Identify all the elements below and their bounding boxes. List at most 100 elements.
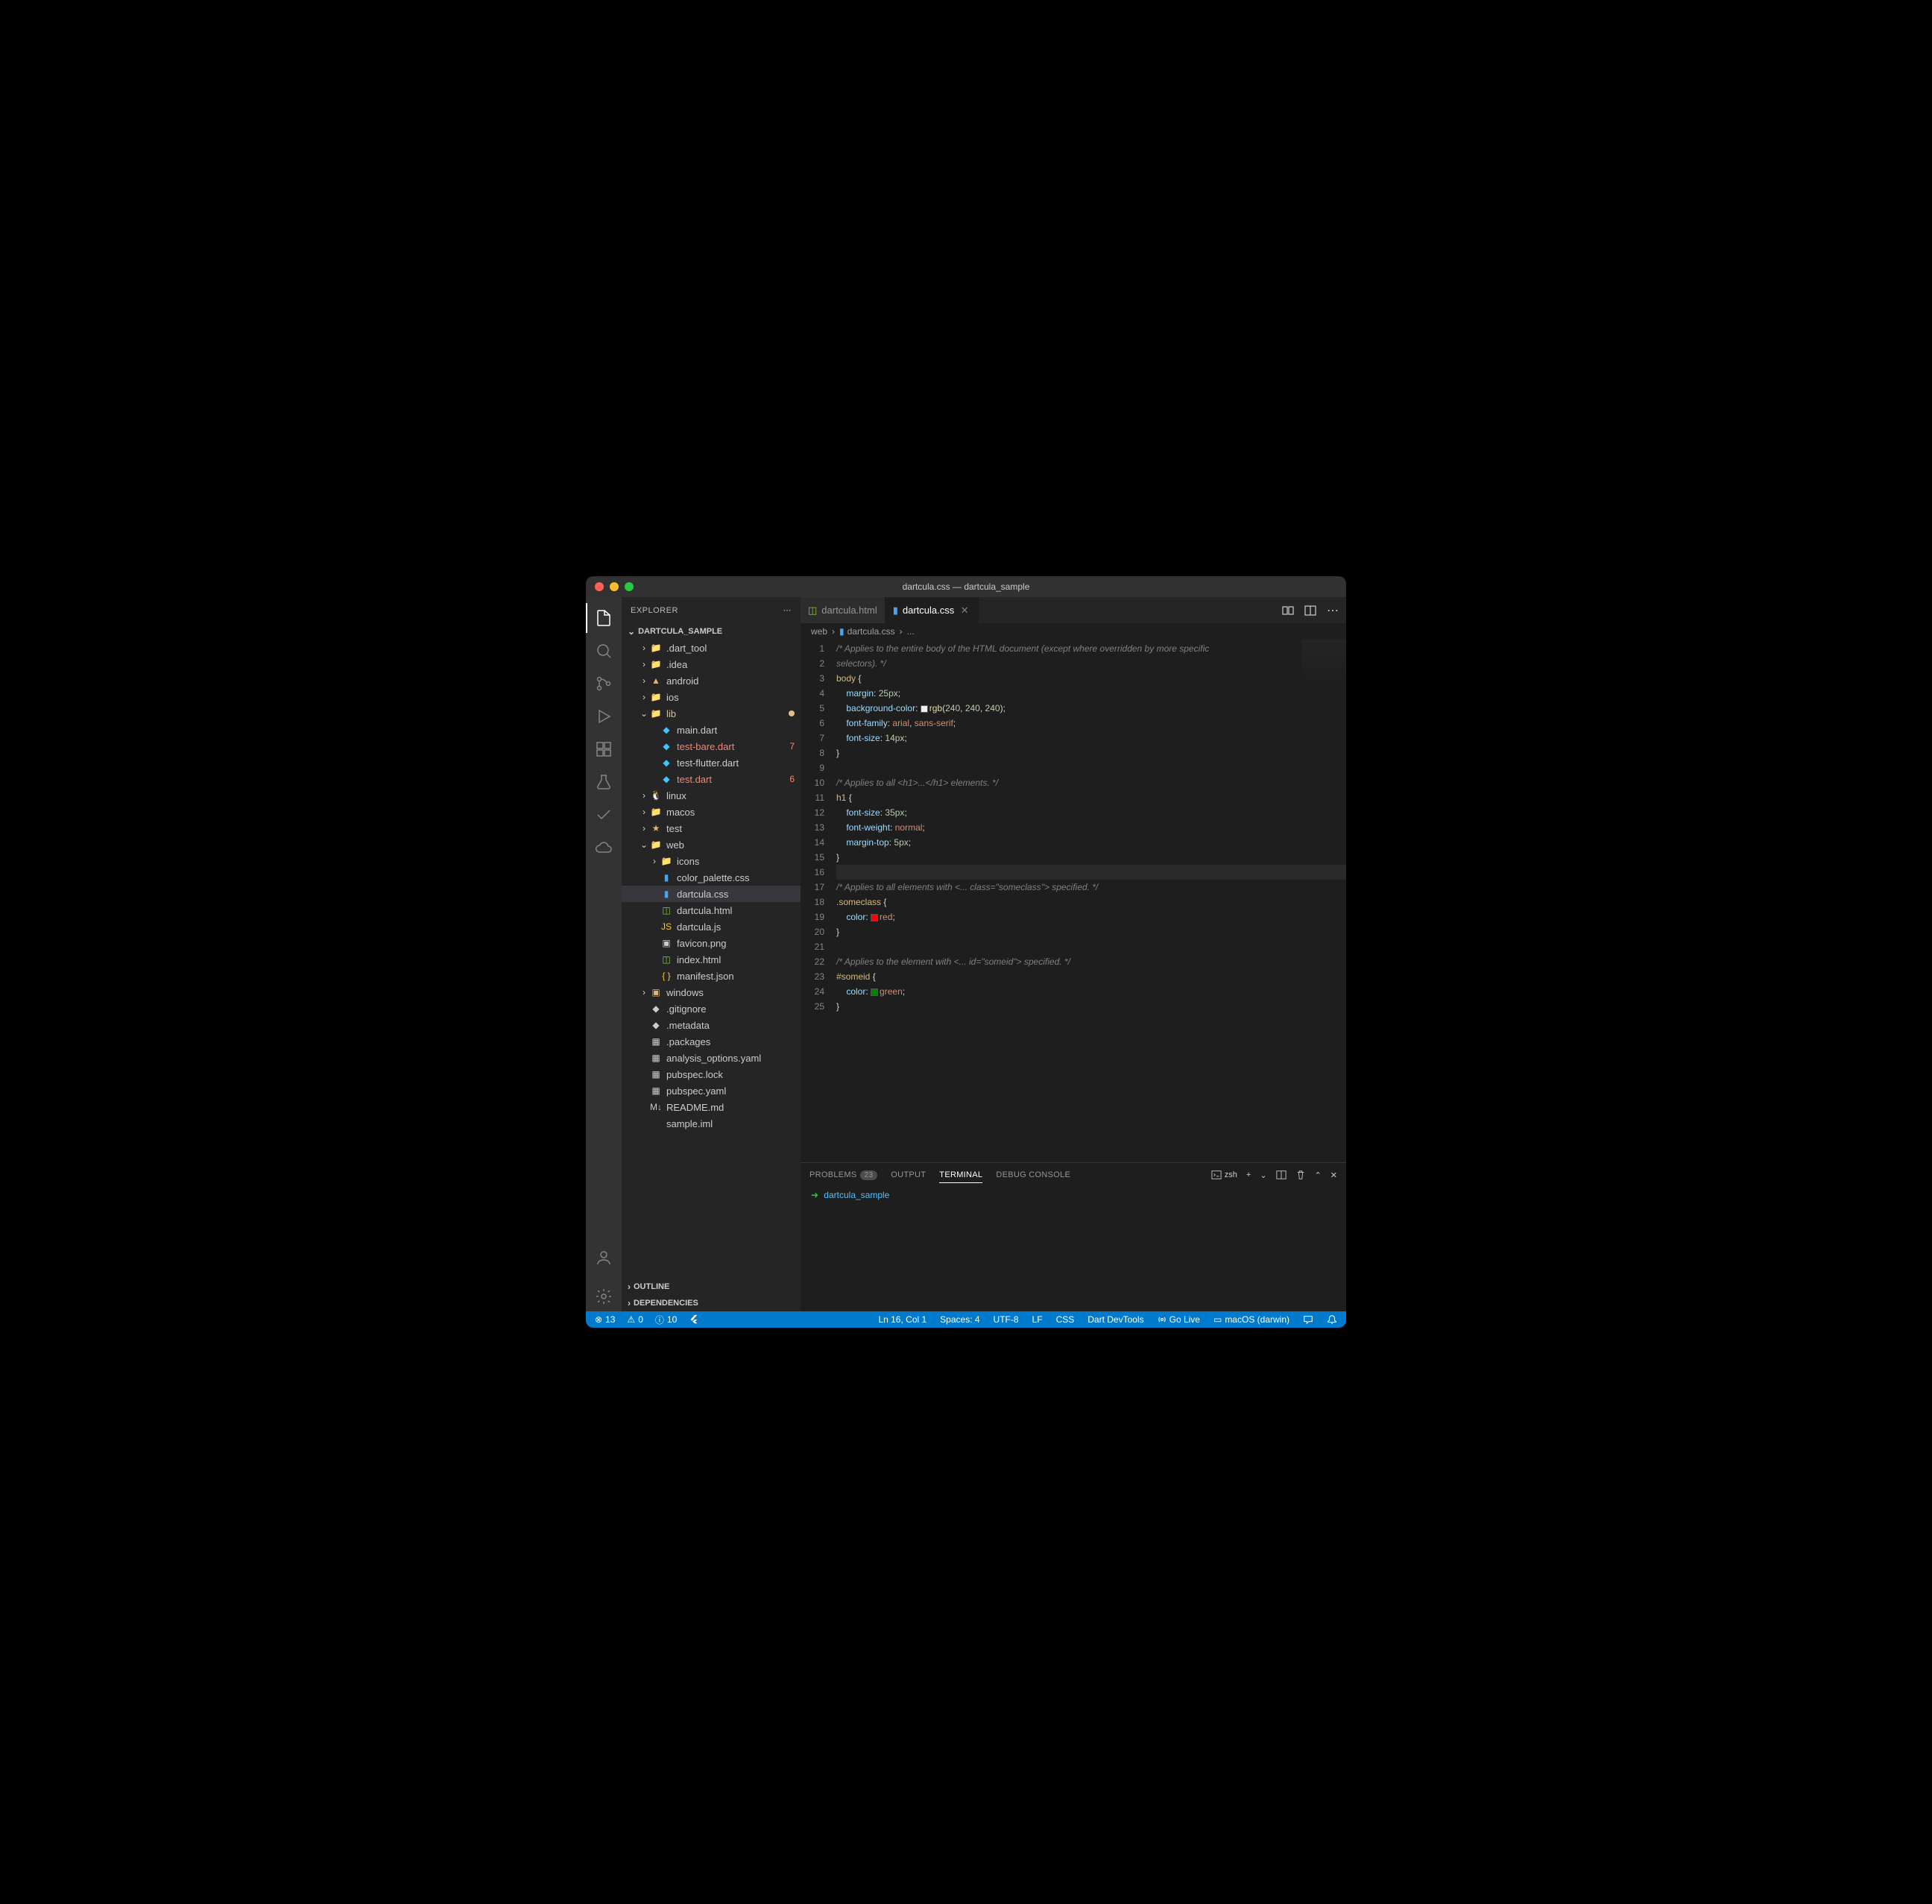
debug-tab[interactable]: DEBUG CONSOLE	[996, 1167, 1070, 1182]
file-item[interactable]: M↓README.md	[622, 1099, 801, 1115]
breadcrumb-part[interactable]: dartcula.css	[847, 626, 895, 637]
split-icon[interactable]	[1304, 605, 1316, 617]
feedback-icon[interactable]	[1300, 1314, 1316, 1325]
item-label: dartcula.html	[677, 905, 795, 916]
folder-item[interactable]: ›📁ios	[622, 689, 801, 705]
minimize-button[interactable]	[610, 582, 619, 591]
status-eol[interactable]: LF	[1029, 1314, 1046, 1325]
status-warnings[interactable]: ⚠ 0	[624, 1314, 645, 1325]
bell-icon[interactable]	[1324, 1314, 1340, 1325]
explorer-icon[interactable]	[586, 603, 622, 633]
maximize-button[interactable]	[625, 582, 634, 591]
folder-item[interactable]: ⌄📁lib	[622, 705, 801, 722]
dependencies-label: DEPENDENCIES	[634, 1299, 698, 1308]
item-label: .idea	[666, 659, 795, 670]
cloud-icon[interactable]	[586, 833, 622, 863]
folder-item[interactable]: ›📁.dart_tool	[622, 640, 801, 656]
settings-icon[interactable]	[586, 1282, 622, 1311]
status-errors[interactable]: ⊗ 13	[592, 1314, 618, 1325]
breadcrumb-part[interactable]: ...	[907, 626, 915, 637]
tab-label: dartcula.html	[821, 605, 877, 616]
folder-item[interactable]: ›📁.idea	[622, 656, 801, 672]
check-icon[interactable]	[586, 800, 622, 830]
file-item[interactable]: ▣favicon.png	[622, 935, 801, 951]
folder-icon: 📁	[650, 642, 662, 654]
file-icon: ▮	[893, 605, 898, 617]
file-item[interactable]: ▦pubspec.yaml	[622, 1082, 801, 1099]
vscode-window: dartcula.css — dartcula_sample EXPLORER …	[586, 576, 1346, 1328]
flutter-icon[interactable]	[686, 1314, 702, 1325]
add-terminal-icon[interactable]: +	[1246, 1170, 1251, 1179]
breadcrumb[interactable]: web › ▮dartcula.css › ...	[801, 623, 1346, 640]
outline-header[interactable]: › OUTLINE	[622, 1279, 801, 1295]
file-item[interactable]: sample.iml	[622, 1115, 801, 1132]
folder-item[interactable]: ⌄📁web	[622, 836, 801, 853]
dependencies-header[interactable]: › DEPENDENCIES	[622, 1295, 801, 1311]
file-item[interactable]: ◆.gitignore	[622, 1000, 801, 1017]
trash-icon[interactable]	[1295, 1170, 1306, 1180]
close-button[interactable]	[595, 582, 604, 591]
account-icon[interactable]	[586, 1243, 622, 1273]
folder-item[interactable]: ›▲android	[622, 672, 801, 689]
test-icon[interactable]	[586, 767, 622, 797]
status-cursor[interactable]: Ln 16, Col 1	[875, 1314, 929, 1325]
folder-item[interactable]: ›🐧linux	[622, 787, 801, 804]
search-icon[interactable]	[586, 636, 622, 666]
terminal-content[interactable]: ➜ dartcula_sample	[801, 1187, 1346, 1311]
titlebar[interactable]: dartcula.css — dartcula_sample	[586, 576, 1346, 597]
editor-tabs: ◫dartcula.html▮dartcula.css✕ ⋯	[801, 597, 1346, 623]
file-item[interactable]: ▦pubspec.lock	[622, 1066, 801, 1082]
split-terminal-icon[interactable]	[1276, 1170, 1287, 1180]
status-language[interactable]: CSS	[1053, 1314, 1078, 1325]
output-tab[interactable]: OUTPUT	[891, 1167, 926, 1182]
folder-item[interactable]: ›★test	[622, 820, 801, 836]
status-os[interactable]: ▭ macOS (darwin)	[1210, 1314, 1292, 1325]
terminal-tab[interactable]: TERMINAL	[939, 1167, 982, 1183]
status-golive[interactable]: Go Live	[1155, 1314, 1203, 1325]
folder-item[interactable]: ›▣windows	[622, 984, 801, 1000]
file-item[interactable]: ◫index.html	[622, 951, 801, 968]
more-icon[interactable]: ⋯	[783, 605, 792, 615]
project-header[interactable]: ⌄ DARTCULA_SAMPLE	[622, 623, 801, 640]
compare-icon[interactable]	[1282, 605, 1294, 617]
folder-item[interactable]: ›📁macos	[622, 804, 801, 820]
code-content[interactable]: /* Applies to the entire body of the HTM…	[836, 640, 1346, 1162]
close-panel-icon[interactable]: ✕	[1330, 1170, 1337, 1180]
window-title: dartcula.css — dartcula_sample	[903, 581, 1030, 592]
breadcrumb-part[interactable]: web	[811, 626, 827, 637]
editor-tab[interactable]: ▮dartcula.css✕	[886, 597, 979, 623]
file-item[interactable]: ▦.packages	[622, 1033, 801, 1050]
status-encoding[interactable]: UTF-8	[991, 1314, 1022, 1325]
extensions-icon[interactable]	[586, 734, 622, 764]
chevron-up-icon[interactable]: ⌃	[1315, 1170, 1322, 1180]
file-item[interactable]: ▮dartcula.css	[622, 886, 801, 902]
status-devtools[interactable]: Dart DevTools	[1085, 1314, 1146, 1325]
file-item[interactable]: { }manifest.json	[622, 968, 801, 984]
file-item[interactable]: ▮color_palette.css	[622, 869, 801, 886]
file-item[interactable]: ◫dartcula.html	[622, 902, 801, 918]
file-item[interactable]: ◆test-bare.dart7	[622, 738, 801, 754]
folder-item[interactable]: ›📁icons	[622, 853, 801, 869]
status-info[interactable]: ⓘ 10	[652, 1314, 680, 1326]
chevron-right-icon: ›	[628, 1282, 631, 1292]
item-label: dartcula.css	[677, 889, 795, 900]
more-icon[interactable]: ⋯	[1327, 603, 1339, 618]
source-control-icon[interactable]	[586, 669, 622, 699]
shell-selector[interactable]: zsh	[1211, 1170, 1237, 1180]
run-debug-icon[interactable]	[586, 702, 622, 731]
file-item[interactable]: ◆.metadata	[622, 1017, 801, 1033]
editor-tab[interactable]: ◫dartcula.html	[801, 597, 886, 623]
file-item[interactable]: ▦analysis_options.yaml	[622, 1050, 801, 1066]
close-tab-icon[interactable]: ✕	[959, 605, 970, 617]
file-item[interactable]: ◆main.dart	[622, 722, 801, 738]
status-spaces[interactable]: Spaces: 4	[937, 1314, 982, 1325]
item-label: pubspec.lock	[666, 1069, 795, 1080]
chevron-down-icon[interactable]: ⌄	[1260, 1170, 1266, 1180]
problems-tab[interactable]: PROBLEMS23	[809, 1167, 877, 1182]
code-editor[interactable]: 1234567891011121314151617181920212223242…	[801, 640, 1346, 1162]
file-item[interactable]: ◆test.dart6	[622, 771, 801, 787]
file-item[interactable]: ◆test-flutter.dart	[622, 754, 801, 771]
minimap[interactable]	[1301, 640, 1346, 714]
file-item[interactable]: JSdartcula.js	[622, 918, 801, 935]
css-icon: ▮	[839, 626, 845, 637]
